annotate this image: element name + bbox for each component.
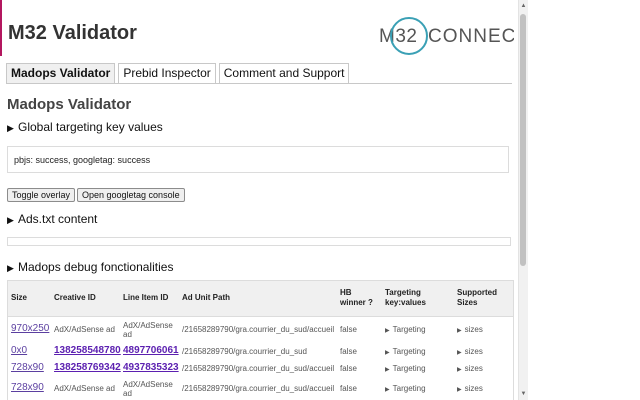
triangle-right-icon: ▶ [457,367,462,373]
tab-comment-support[interactable]: Comment and Support [218,63,350,83]
scroll-down-icon[interactable]: ▼ [519,388,528,400]
toggle-overlay-button[interactable]: Toggle overlay [7,188,76,202]
scrollbar-thumb[interactable] [520,14,526,266]
targeting-toggle[interactable]: ▶ Targeting [385,325,426,336]
targeting-toggle[interactable]: ▶ Targeting [385,364,426,375]
sizes-toggle[interactable]: ▶ sizes [457,347,483,358]
ads-txt-toggle[interactable]: ▶ Ads.txt content [7,212,97,226]
sizes-toggle[interactable]: ▶ sizes [457,325,483,336]
open-console-button[interactable]: Open googletag console [77,188,185,202]
size-link[interactable]: 728x90 [11,363,44,373]
section-title: Madops Validator [7,96,132,113]
header-hb-winner: HB winner ? [340,288,373,307]
triangle-right-icon: ▶ [7,215,14,225]
hb-winner: false [340,364,357,373]
svg-text:CONNECT: CONNECT [428,26,514,47]
validator-panel: M32 Validator M32 CONNECT Madops Validat… [0,0,518,400]
hb-winner: false [340,384,357,393]
tab-prebid-inspector[interactable]: Prebid Inspector [118,63,216,83]
hb-winner: false [340,347,357,356]
triangle-right-icon: ▶ [457,350,462,356]
header-supported-sizes: Supported Sizes [457,288,497,307]
triangle-right-icon: ▶ [385,367,390,373]
header-ad-unit-path: Ad Unit Path [182,293,230,302]
sizes-toggle[interactable]: ▶ sizes [457,384,483,395]
targeting-toggle[interactable]: ▶ Targeting [385,384,426,395]
ad-unit-path: /21658289790/gra.courrier_du_sud [182,347,307,356]
creative-id-link[interactable]: 138258548780 [54,346,121,356]
line-item-id-link[interactable]: 4897706061 [123,346,179,356]
line-item-id-link[interactable]: 4937835323 [123,363,179,373]
accent-bar [0,0,2,56]
creative-id: AdX/AdSense ad [54,384,115,393]
table-header: Size Creative ID Line Item ID Ad Unit Pa… [8,281,513,317]
slots-table: Size Creative ID Line Item ID Ad Unit Pa… [7,280,514,400]
hb-winner: false [340,325,357,334]
m32-connect-logo: M32 CONNECT [379,17,514,55]
global-targeting-label: Global targeting key values [18,120,163,134]
global-targeting-toggle[interactable]: ▶ Global targeting key values [7,120,163,134]
header-targeting: Targeting key:values [385,288,426,307]
size-link[interactable]: 728x90 [11,383,44,393]
header-size: Size [11,293,28,302]
creative-id: AdX/AdSense ad [54,325,115,334]
ads-txt-label: Ads.txt content [18,212,98,226]
ads-txt-box [7,237,511,246]
sizes-toggle[interactable]: ▶ sizes [457,364,483,375]
line-item-id: AdX/AdSense ad [123,380,173,398]
size-link[interactable]: 0x0 [11,346,27,356]
debug-toggle[interactable]: ▶ Madops debug fonctionalities [7,260,173,274]
triangle-right-icon: ▶ [457,328,462,334]
size-link[interactable]: 970x250 [11,324,49,334]
scroll-up-icon[interactable]: ▲ [519,0,528,12]
debug-label: Madops debug fonctionalities [18,260,174,274]
status-box: pbjs: success, googletag: success [7,146,509,173]
triangle-right-icon: ▶ [7,123,14,133]
triangle-right-icon: ▶ [385,328,390,334]
app-title: M32 Validator [8,22,137,44]
ad-unit-path: /21658289790/gra.courrier_du_sud/accueil [182,325,335,334]
triangle-right-icon: ▶ [385,387,390,393]
ad-unit-path: /21658289790/gra.courrier_du_sud/accueil [182,364,335,373]
header-creative-id: Creative ID [54,293,96,302]
header-line-item-id: Line Item ID [123,293,169,302]
svg-text:M32: M32 [379,26,417,47]
tab-bar: Madops Validator Prebid Inspector Commen… [6,63,512,84]
targeting-toggle[interactable]: ▶ Targeting [385,347,426,358]
ad-unit-path: /21658289790/gra.courrier_du_sud/accueil [182,384,335,393]
triangle-right-icon: ▶ [385,350,390,356]
line-item-id: AdX/AdSense ad [123,321,173,339]
triangle-right-icon: ▶ [7,263,14,273]
vertical-scrollbar[interactable]: ▲ ▼ [518,0,528,400]
tab-madops-validator[interactable]: Madops Validator [6,63,116,83]
triangle-right-icon: ▶ [457,387,462,393]
creative-id-link[interactable]: 138258769342 [54,363,121,373]
